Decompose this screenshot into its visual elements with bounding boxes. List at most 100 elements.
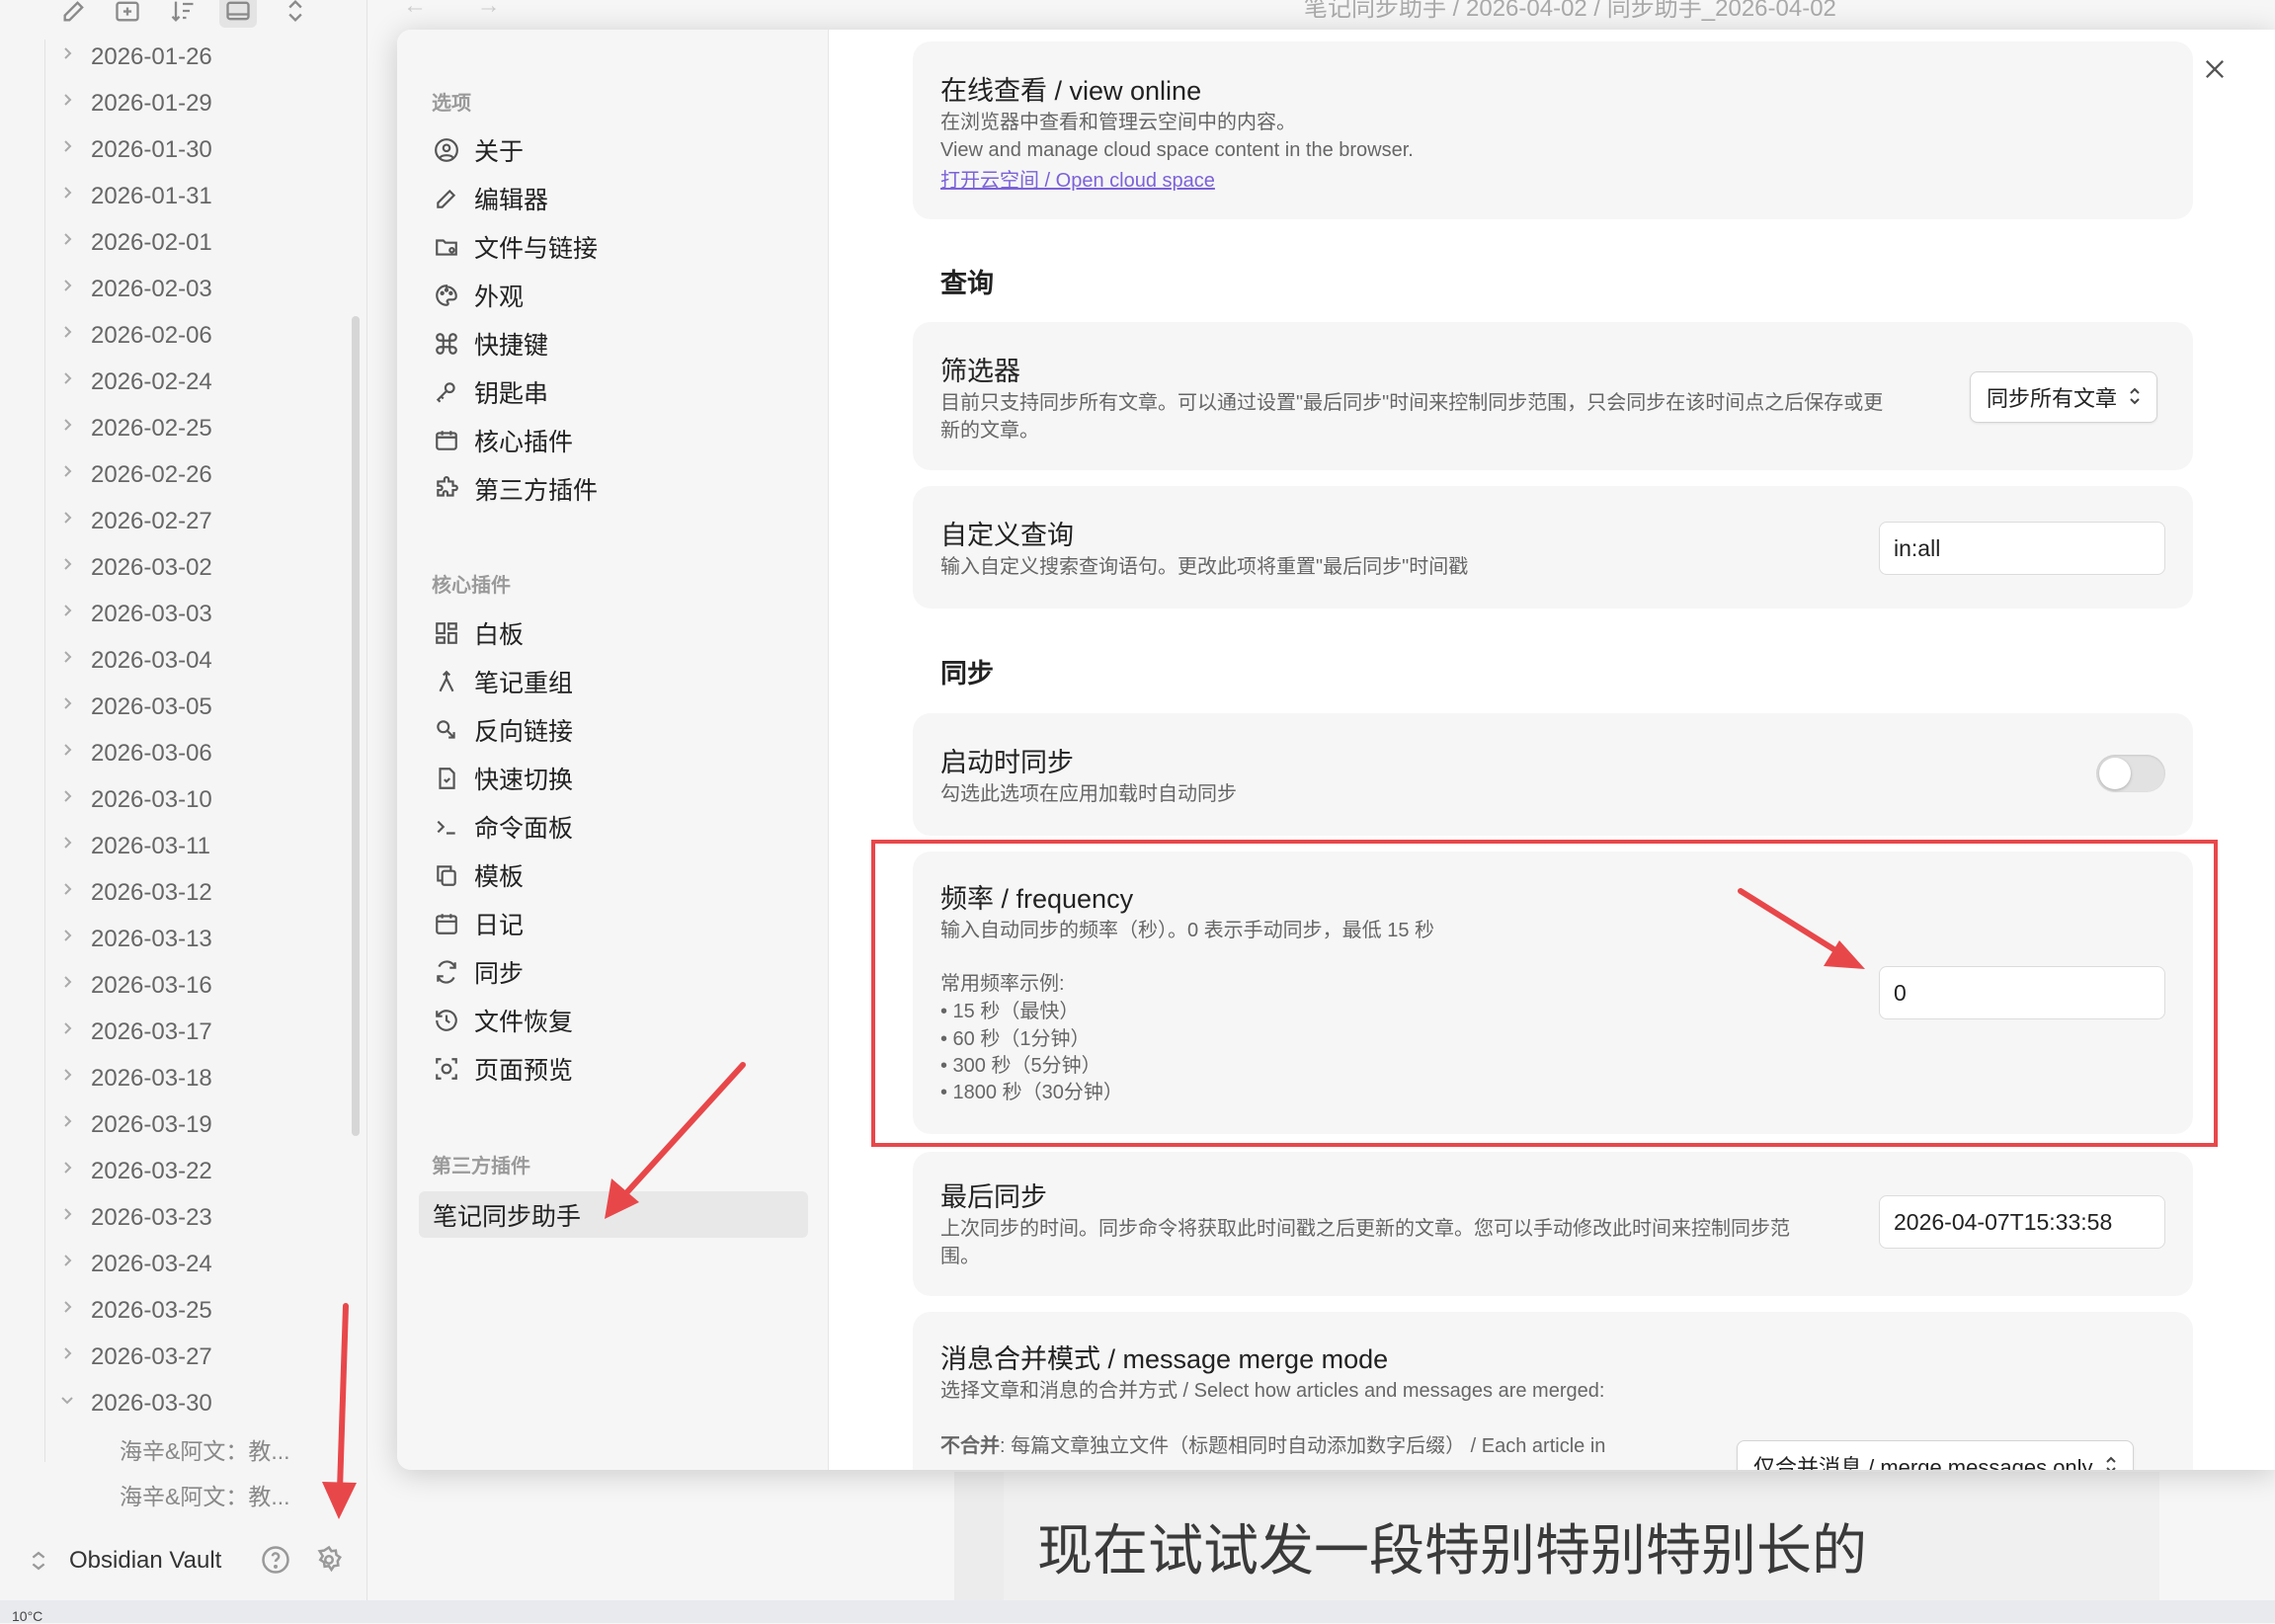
nav-arrows[interactable]: ← → [403, 0, 523, 20]
nav-files-links[interactable]: 文件与链接 [419, 223, 808, 270]
folder-item[interactable]: 2026-03-17 [0, 1009, 336, 1055]
file-item[interactable]: 海辛&阿文：教... [0, 1426, 336, 1472]
vault-switcher[interactable]: Obsidian Vault [0, 1535, 367, 1588]
folder-item[interactable]: 2026-03-18 [0, 1055, 336, 1101]
nav-label: 模板 [474, 862, 525, 891]
nav-daily-notes[interactable]: 日记 [419, 900, 808, 946]
open-cloud-link[interactable]: 打开云空间 / Open cloud space [940, 164, 1215, 193]
nav-backlinks[interactable]: 反向链接 [419, 706, 808, 753]
calendar-box-icon [433, 427, 460, 454]
nav-label: 快捷键 [474, 331, 549, 360]
nav-label: 编辑器 [474, 186, 549, 214]
new-folder-icon[interactable] [109, 0, 146, 28]
folder-label: 2026-02-01 [91, 228, 212, 256]
merge-icon [433, 668, 460, 695]
folder-item-expanded[interactable]: 2026-03-30 [0, 1380, 336, 1426]
folder-item[interactable]: 2026-03-19 [0, 1101, 336, 1148]
chevron-right-icon [59, 695, 79, 717]
core-section-title: 核心插件 [432, 575, 511, 597]
folder-label: 2026-03-10 [91, 785, 212, 813]
new-note-icon[interactable] [55, 0, 93, 28]
folder-item[interactable]: 2026-03-03 [0, 591, 336, 637]
note-editor-text[interactable]: 现在试试发一段特别特别特别长的 [1004, 1472, 2159, 1600]
merge-option-desc: 不合并: 每篇文章独立文件（标题相同时自动添加数字后缀） / Each arti… [940, 1432, 1605, 1460]
folder-label: 2026-03-18 [91, 1064, 212, 1092]
folder-item[interactable]: 2026-02-26 [0, 451, 336, 498]
folder-item[interactable]: 2026-02-25 [0, 405, 336, 451]
folder-item[interactable]: 2026-02-03 [0, 266, 336, 312]
chevron-right-icon [59, 1299, 79, 1321]
merge-option-name: 不合并 [940, 1435, 1000, 1457]
nav-command-palette[interactable]: 命令面板 [419, 803, 808, 850]
custom-query-input[interactable]: in:all [1879, 522, 2165, 575]
nav-file-recovery[interactable]: 文件恢复 [419, 997, 808, 1043]
nav-hotkeys[interactable]: 快捷键 [419, 320, 808, 366]
folder-item[interactable]: 2026-01-26 [0, 34, 336, 80]
merge-mode-select[interactable]: 仅合并消息 / merge messages only [1737, 1440, 2134, 1470]
nav-canvas[interactable]: 白板 [419, 609, 808, 656]
sync-on-start-toggle[interactable] [2096, 755, 2165, 792]
folder-item[interactable]: 2026-03-12 [0, 869, 336, 916]
nav-core-plugins[interactable]: 核心插件 [419, 417, 808, 463]
collapse-layout-icon[interactable] [219, 0, 257, 28]
chevron-down-icon [59, 1392, 79, 1414]
folder-item[interactable]: 2026-03-13 [0, 916, 336, 962]
folder-item[interactable]: 2026-03-16 [0, 962, 336, 1009]
folder-item[interactable]: 2026-02-01 [0, 219, 336, 266]
sort-icon[interactable] [164, 0, 202, 28]
folder-item[interactable]: 2026-03-06 [0, 730, 336, 776]
setting-desc: 目前只支持同步所有文章。可以通过设置"最后同步"时间来控制同步范围，只会同步在该… [940, 392, 1884, 414]
folder-item[interactable]: 2026-03-24 [0, 1241, 336, 1287]
nav-appearance[interactable]: 外观 [419, 272, 808, 318]
custom-query-card: 自定义查询 输入自定义搜索查询语句。更改此项将重置"最后同步"时间戳 in:al… [913, 486, 2193, 609]
setting-desc: 勾选此选项在应用加载时自动同步 [940, 783, 1237, 805]
chevron-right-icon [59, 1345, 79, 1367]
close-icon[interactable] [2193, 47, 2236, 91]
folder-item[interactable]: 2026-03-05 [0, 684, 336, 730]
folder-item[interactable]: 2026-03-04 [0, 637, 336, 684]
last-sync-input[interactable]: 2026-04-07T15:33:58 [1879, 1195, 2165, 1249]
setting-desc: 围。 [940, 1246, 980, 1267]
chevron-right-icon [59, 1160, 79, 1181]
setting-title: 最后同步 [940, 1182, 1047, 1212]
nav-label: 关于 [474, 137, 525, 166]
nav-templates[interactable]: 模板 [419, 852, 808, 898]
folder-item[interactable]: 2026-02-06 [0, 312, 336, 359]
folder-item[interactable]: 2026-03-02 [0, 544, 336, 591]
folder-item[interactable]: 2026-03-25 [0, 1287, 336, 1334]
filter-card: 筛选器 目前只支持同步所有文章。可以通过设置"最后同步"时间来控制同步范围，只会… [913, 322, 2193, 470]
chevron-right-icon [59, 417, 79, 439]
folder-item[interactable]: 2026-01-29 [0, 80, 336, 126]
nav-community-plugins[interactable]: 第三方插件 [419, 465, 808, 512]
gear-icon[interactable] [314, 1545, 346, 1577]
folder-item[interactable]: 2026-03-22 [0, 1148, 336, 1194]
file-item[interactable]: 海辛&阿文：教... [0, 1472, 336, 1517]
nav-editor[interactable]: 编辑器 [419, 175, 808, 221]
folder-item[interactable]: 2026-01-30 [0, 126, 336, 173]
filter-select[interactable]: 同步所有文章 [1970, 371, 2158, 423]
nav-quick-switcher[interactable]: 快速切换 [419, 755, 808, 801]
folder-item[interactable]: 2026-03-11 [0, 823, 336, 869]
folder-tree: 2026-01-26 2026-01-29 2026-01-30 2026-01… [0, 34, 336, 1517]
folder-item[interactable]: 2026-03-27 [0, 1334, 336, 1380]
collapse-all-icon[interactable] [277, 0, 314, 28]
folder-label: 2026-03-06 [91, 739, 212, 767]
folder-item[interactable]: 2026-02-24 [0, 359, 336, 405]
nav-sync[interactable]: 同步 [419, 948, 808, 995]
nav-keychain[interactable]: 钥匙串 [419, 368, 808, 415]
nav-about[interactable]: 关于 [419, 126, 808, 173]
help-icon[interactable] [261, 1545, 292, 1577]
folder-label: 2026-03-24 [91, 1250, 212, 1277]
chevron-right-icon [59, 742, 79, 764]
setting-desc: 上次同步的时间。同步命令将获取此时间戳之后更新的文章。您可以手动修改此时间来控制… [940, 1218, 1790, 1240]
explorer-scrollbar[interactable] [352, 316, 360, 1136]
nav-note-composer[interactable]: 笔记重组 [419, 658, 808, 704]
command-icon [433, 330, 460, 358]
nav-note-sync-helper[interactable]: 笔记同步助手 [419, 1191, 808, 1238]
folder-item[interactable]: 2026-03-10 [0, 776, 336, 823]
key-icon [433, 378, 460, 406]
folder-item[interactable]: 2026-01-31 [0, 173, 336, 219]
folder-item[interactable]: 2026-02-27 [0, 498, 336, 544]
nav-page-preview[interactable]: 页面预览 [419, 1045, 808, 1092]
folder-item[interactable]: 2026-03-23 [0, 1194, 336, 1241]
